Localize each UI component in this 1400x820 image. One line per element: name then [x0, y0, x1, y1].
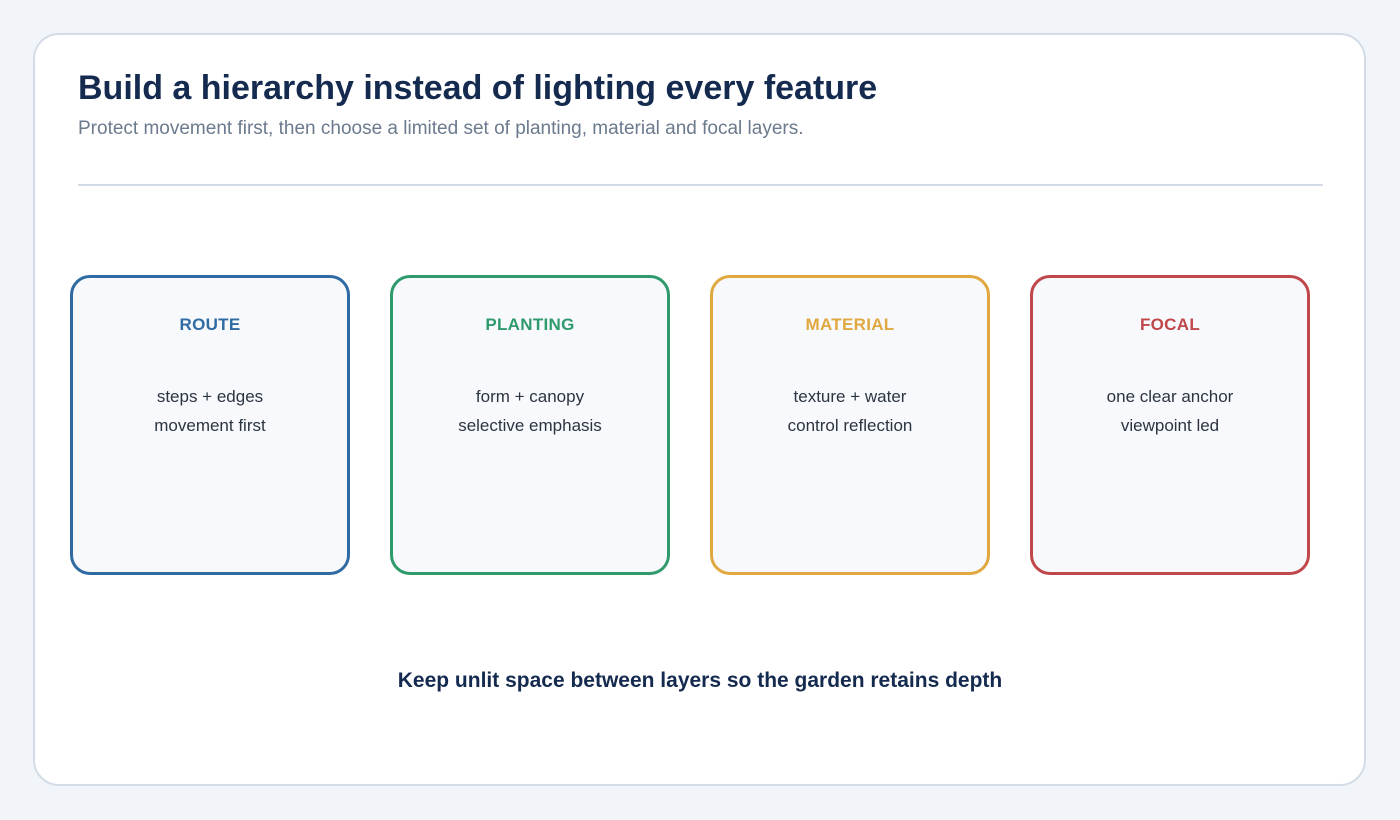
layer-line-material-2: control reflection: [787, 416, 913, 435]
page-title: Build a hierarchy instead of lighting ev…: [78, 69, 878, 107]
layer-line-route-2: movement first: [154, 416, 266, 435]
layer-card-material: MATERIAL texture + water control reflect…: [710, 275, 990, 575]
layer-line-route-1: steps + edges: [156, 387, 264, 406]
layer-line-planting-1: form + canopy: [475, 387, 585, 406]
header-divider: [78, 184, 1323, 186]
layer-title-planting: PLANTING: [485, 315, 575, 334]
layer-card-route: ROUTE steps + edges movement first: [70, 275, 350, 575]
layer-title-focal: FOCAL: [1139, 315, 1201, 334]
footer-note: Keep unlit space between layers so the g…: [397, 669, 1003, 692]
layer-line-planting-2: selective emphasis: [458, 416, 602, 435]
layer-title-material: MATERIAL: [805, 315, 895, 334]
layer-title-route: ROUTE: [179, 315, 241, 334]
layer-card-planting: PLANTING form + canopy selective emphasi…: [390, 275, 670, 575]
layer-line-focal-2: viewpoint led: [1120, 416, 1220, 435]
layer-line-material-1: texture + water: [793, 387, 907, 406]
page-subtitle: Protect movement first, then choose a li…: [78, 118, 804, 139]
layer-card-focal: FOCAL one clear anchor viewpoint led: [1030, 275, 1310, 575]
layer-line-focal-1: one clear anchor: [1106, 387, 1234, 406]
